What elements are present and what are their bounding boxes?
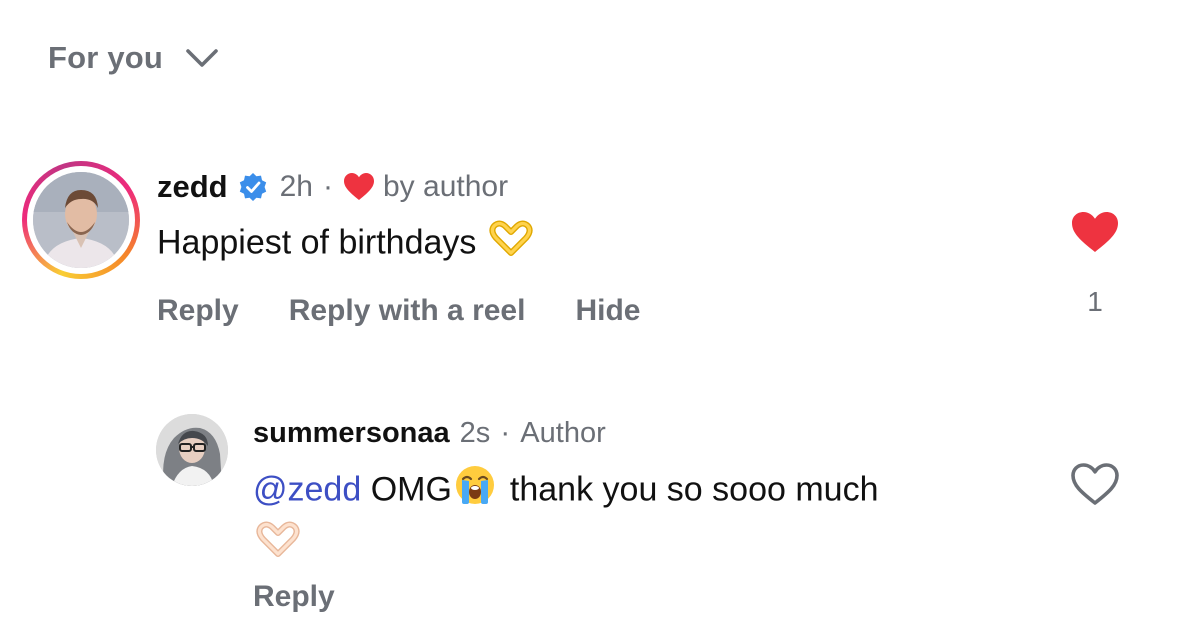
reply-with-reel-button[interactable]: Reply with a reel (289, 294, 526, 328)
username[interactable]: summersonaa (253, 417, 450, 450)
like-heart-outline-icon[interactable] (1070, 462, 1120, 506)
comments-screen: For you zedd 2h · by author Happiest of … (0, 0, 1179, 622)
comment-time: 2h (279, 170, 313, 203)
comment-actions: Reply (253, 580, 335, 614)
separator-dot: · (500, 416, 511, 449)
comment-text-part: thank you so sooo much (509, 470, 879, 509)
verified-badge-icon (239, 173, 266, 201)
mention-link[interactable]: @zedd (253, 470, 361, 508)
avatar[interactable] (156, 414, 228, 486)
sort-label: For you (48, 40, 164, 75)
like-heart-filled-icon[interactable] (1070, 210, 1120, 254)
comment-time: 2s (459, 416, 491, 449)
comment-actions: Reply Reply with a reel Hide (157, 294, 640, 328)
username[interactable]: zedd (157, 169, 228, 205)
crying-face-emoji (454, 464, 496, 519)
avatar-photo (33, 172, 129, 268)
chevron-down-icon (186, 49, 218, 67)
hide-button[interactable]: Hide (575, 294, 640, 328)
comment-text: Happiest of birthdays (157, 218, 536, 271)
avatar (33, 172, 129, 268)
heart-hands-emoji (253, 519, 303, 572)
liked-by-author-label: by author (383, 170, 509, 203)
reply-button[interactable]: Reply (157, 294, 239, 328)
liked-by-author-heart-icon (344, 173, 374, 200)
comment-header: zedd 2h · by author (157, 166, 508, 208)
author-label: Author (520, 416, 606, 449)
comment-text: @zedd OMG thank you so sooo much (253, 464, 1013, 572)
sort-selector[interactable]: For you (48, 40, 219, 76)
avatar-photo (156, 414, 228, 486)
separator-dot: · (323, 170, 333, 203)
like-count: 1 (1087, 286, 1103, 317)
comment-text-part: OMG (370, 470, 452, 509)
comment-text-content: Happiest of birthdays (157, 223, 477, 262)
reply-button[interactable]: Reply (253, 580, 335, 614)
avatar-story-ring[interactable] (22, 161, 140, 279)
comment-header: summersonaa 2s · Author (253, 414, 606, 452)
heart-hands-emoji (486, 218, 536, 271)
